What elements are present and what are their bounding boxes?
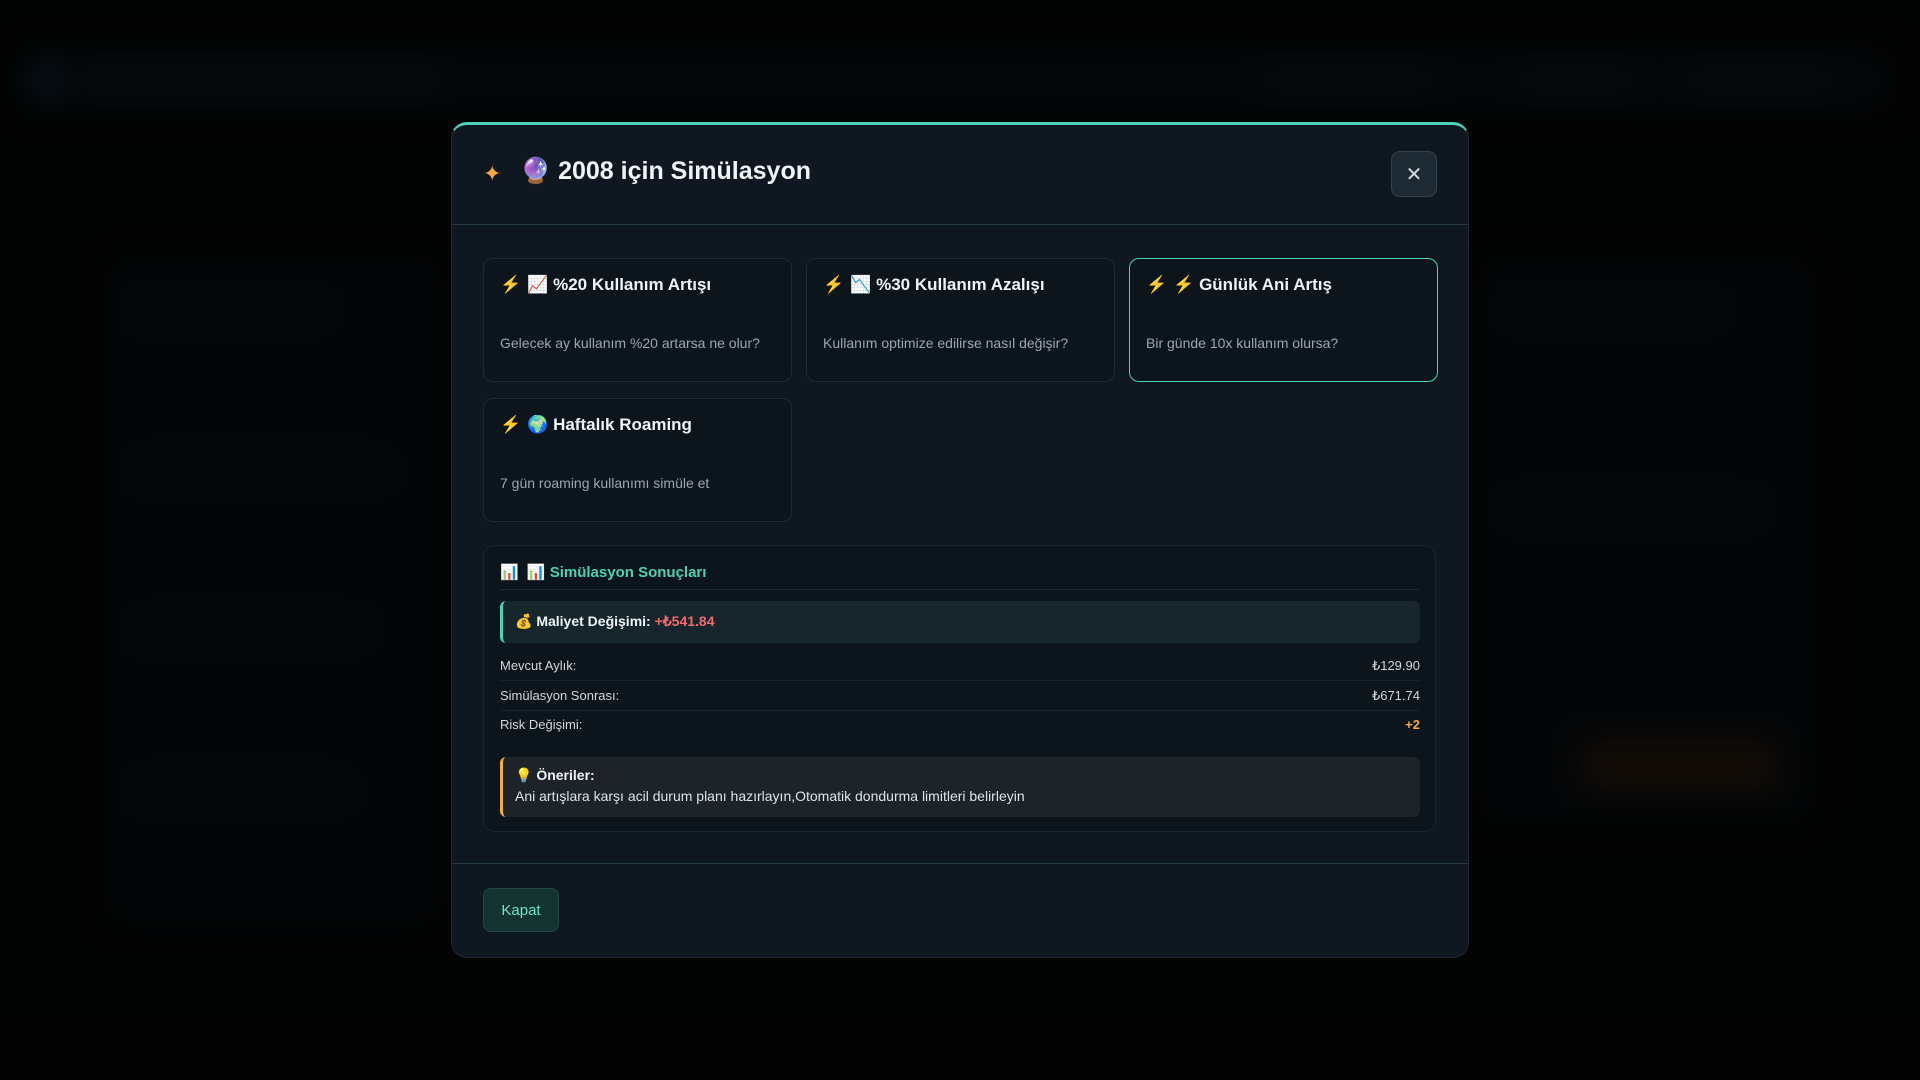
- modal-title-text: 2008 için Simülasyon: [558, 157, 811, 185]
- scenario-description: 7 gün roaming kullanımı simüle et: [500, 475, 710, 491]
- sparkle-icon: ✦: [483, 162, 502, 187]
- modal-title: 🔮 2008 için Simülasyon: [520, 157, 811, 186]
- scenario-title: ⚡ 🌍 Haftalık Roaming: [500, 415, 692, 435]
- scenario-title-text: %30 Kullanım Azalışı: [876, 275, 1045, 294]
- close-button[interactable]: ✕: [1391, 151, 1437, 197]
- simulation-modal: ✦ 🔮 2008 için Simülasyon ✕ ⚡ 📈 %20 Kullan…: [451, 122, 1469, 958]
- stat-value: +2: [1405, 717, 1420, 732]
- stat-row-current-monthly: Mevcut Aylık: ₺129.90: [500, 651, 1420, 681]
- money-bag-icon: 💰: [515, 613, 533, 629]
- scenario-description: Bir günde 10x kullanım olursa?: [1146, 335, 1339, 351]
- bolt-icon: ⚡: [1146, 275, 1168, 294]
- lightning-icon: ⚡: [1173, 275, 1195, 294]
- scenario-title: ⚡ 📉 %30 Kullanım Azalışı: [823, 275, 1045, 295]
- stat-value: ₺129.90: [1371, 658, 1420, 673]
- stat-row-after-simulation: Simülasyon Sonrası: ₺671.74: [500, 681, 1420, 711]
- stat-label: Simülasyon Sonrası:: [500, 688, 620, 703]
- scenario-card-usage-decrease[interactable]: ⚡ 📉 %30 Kullanım Azalışı Kullanım optimiz…: [806, 258, 1115, 382]
- results-title-text: Simülasyon Sonuçları: [549, 564, 707, 581]
- recommendations-title: 💡 Öneriler:: [515, 767, 595, 784]
- modal-header: ✦ 🔮 2008 için Simülasyon ✕: [452, 125, 1468, 225]
- results-title: 📊 📊 Simülasyon Sonuçları: [500, 563, 706, 581]
- globe-icon: 🌍: [527, 415, 549, 434]
- scenario-title: ⚡ 📈 %20 Kullanım Artışı: [500, 275, 711, 295]
- stat-row-risk-change: Risk Değişimi: +2: [500, 710, 1420, 740]
- cost-change-label: Maliyet Değişimi:: [536, 613, 651, 629]
- stat-label: Mevcut Aylık:: [500, 658, 577, 673]
- scenario-description: Gelecek ay kullanım %20 artarsa ne olur?: [500, 335, 760, 351]
- bolt-icon: ⚡: [500, 275, 522, 294]
- scenario-title-text: Haftalık Roaming: [553, 415, 692, 434]
- cost-change-box: 💰 Maliyet Değişimi: +₺541.84: [500, 601, 1420, 643]
- chart-down-icon: 📉: [850, 275, 872, 294]
- modal-footer: Kapat: [452, 863, 1468, 957]
- recommendations-text: Ani artışlara karşı acil durum planı haz…: [515, 788, 1025, 804]
- chart-up-icon: 📈: [527, 275, 549, 294]
- stat-label: Risk Değişimi:: [500, 717, 583, 732]
- kapat-button[interactable]: Kapat: [483, 888, 559, 932]
- divider: [500, 589, 1419, 590]
- bolt-icon: ⚡: [500, 415, 522, 434]
- scenario-description: Kullanım optimize edilirse nasıl değişir…: [823, 335, 1069, 351]
- simulation-results-panel: 📊 📊 Simülasyon Sonuçları 💰 Maliyet Değiş…: [483, 545, 1436, 832]
- bolt-icon: ⚡: [823, 275, 845, 294]
- crystal-ball-icon: 🔮: [520, 157, 552, 185]
- bar-chart-icon: 📊: [526, 564, 546, 581]
- scenario-title-text: %20 Kullanım Artışı: [553, 275, 712, 294]
- scenario-card-daily-spike[interactable]: ⚡ ⚡ Günlük Ani Artış Bir günde 10x kullan…: [1129, 258, 1438, 382]
- close-icon: ✕: [1405, 162, 1423, 186]
- scenario-card-weekly-roaming[interactable]: ⚡ 🌍 Haftalık Roaming 7 gün roaming kullan…: [483, 398, 792, 522]
- scenario-card-usage-increase[interactable]: ⚡ 📈 %20 Kullanım Artışı Gelecek ay kullan…: [483, 258, 792, 382]
- stat-value: ₺671.74: [1371, 688, 1420, 703]
- recommendations-title-text: Öneriler:: [536, 767, 595, 783]
- scenario-title-text: Günlük Ani Artış: [1199, 275, 1332, 294]
- bar-chart-icon: 📊: [500, 564, 519, 581]
- cost-change-value: +₺541.84: [654, 613, 715, 629]
- scenario-title: ⚡ ⚡ Günlük Ani Artış: [1146, 275, 1332, 295]
- lightbulb-icon: 💡: [515, 767, 533, 783]
- recommendations-box: 💡 Öneriler: Ani artışlara karşı acil dur…: [500, 757, 1420, 817]
- cost-change-line: 💰 Maliyet Değişimi: +₺541.84: [515, 613, 715, 630]
